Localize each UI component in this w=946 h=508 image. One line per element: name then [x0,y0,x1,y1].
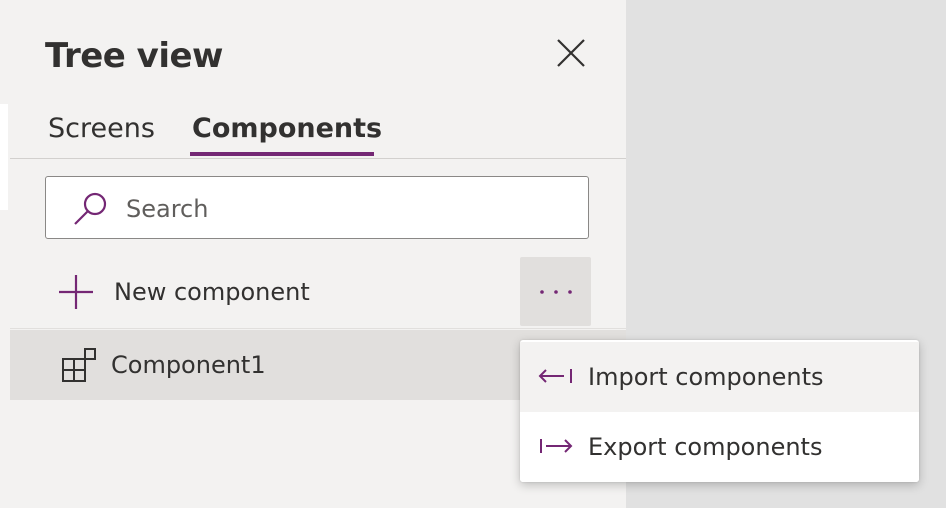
more-icon [540,290,572,294]
tab-components[interactable]: Components [192,110,382,148]
more-options-button[interactable] [520,257,591,326]
menu-item-label: Export components [588,433,823,461]
export-arrow-icon [540,439,573,453]
left-rail-notch [0,104,8,210]
import-arrow-icon [538,369,572,383]
menu-item-label: Import components [588,363,824,391]
new-component-button[interactable]: New component [48,257,520,327]
menu-item-import-components[interactable]: Import components [520,342,919,412]
panel-title: Tree view [45,36,223,76]
tab-screens[interactable]: Screens [48,110,155,148]
search-box[interactable] [45,176,589,240]
row-divider [10,328,626,329]
search-input[interactable] [124,177,568,240]
plus-icon [59,275,93,309]
component-label: Component1 [111,351,266,379]
context-menu: Import components Export components [520,340,919,482]
new-component-label: New component [114,278,310,306]
search-icon [74,192,107,225]
menu-item-export-components[interactable]: Export components [520,412,919,482]
component-icon [62,348,96,382]
close-icon [557,39,585,67]
close-button[interactable] [554,36,588,70]
tab-bar: Screens Components [10,110,626,159]
active-tab-indicator [190,152,374,156]
